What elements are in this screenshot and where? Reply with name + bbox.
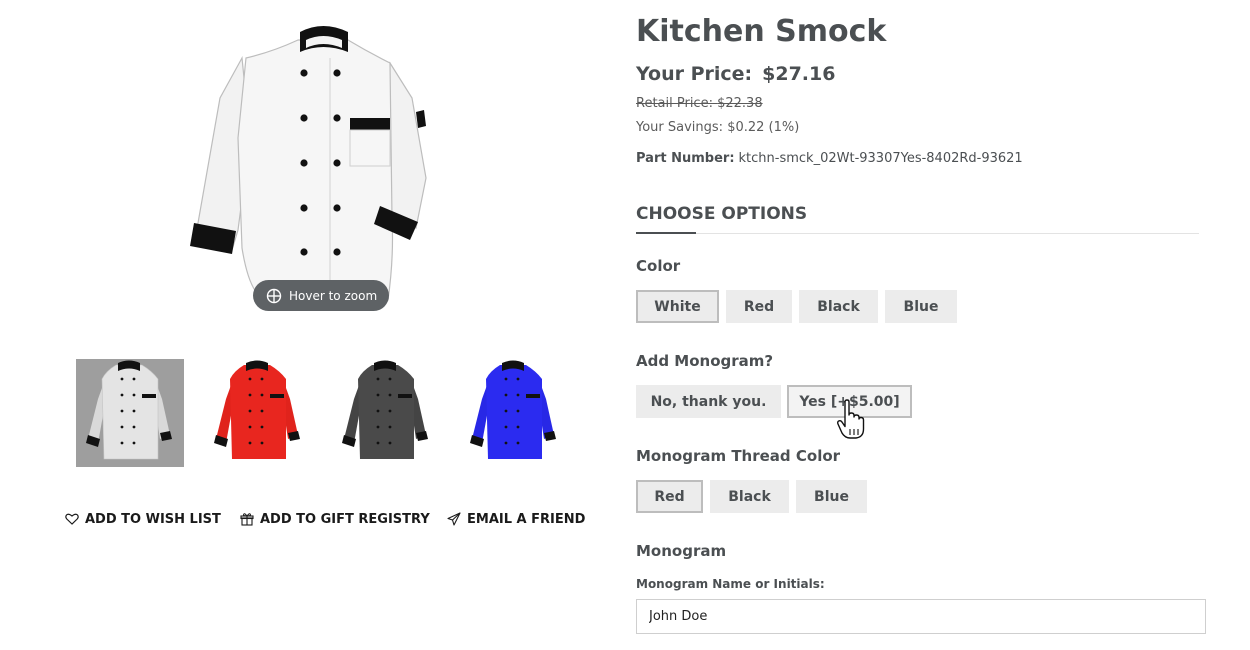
part-number-label: Part Number: bbox=[636, 151, 735, 166]
heart-icon bbox=[65, 512, 79, 526]
your-savings: Your Savings: $0.22 (1%) bbox=[636, 120, 799, 135]
hover-to-zoom-hint: Hover to zoom bbox=[253, 280, 389, 311]
price-value: $27.16 bbox=[762, 63, 836, 85]
options-divider-accent bbox=[636, 232, 696, 234]
add-to-wish-list-link[interactable]: ADD TO WISH LIST bbox=[65, 510, 221, 528]
thread-color-option-blue[interactable]: Blue bbox=[796, 480, 867, 513]
your-price: Your Price: $27.16 bbox=[636, 63, 835, 85]
color-option-blue[interactable]: Blue bbox=[885, 290, 957, 323]
crosshair-icon bbox=[266, 288, 282, 304]
email-a-friend-link[interactable]: EMAIL A FRIEND bbox=[447, 510, 585, 528]
thumbnail-red[interactable] bbox=[204, 359, 312, 467]
retail-label: Retail Price: bbox=[636, 96, 713, 111]
price-label: Your Price: bbox=[636, 63, 753, 85]
options-divider bbox=[636, 233, 1199, 234]
monogram-section-label: Monogram bbox=[636, 542, 727, 560]
product-title: Kitchen Smock bbox=[636, 14, 887, 49]
thread-color-option-black[interactable]: Black bbox=[710, 480, 789, 513]
monogram-field-label: Monogram Name or Initials: bbox=[636, 577, 825, 591]
paper-plane-icon bbox=[447, 512, 461, 526]
thumbnail-white[interactable] bbox=[76, 359, 184, 467]
savings-value: $0.22 (1%) bbox=[727, 120, 800, 135]
thread-color-label: Monogram Thread Color bbox=[636, 447, 841, 465]
color-option-red[interactable]: Red bbox=[726, 290, 792, 323]
add-monogram-label: Add Monogram? bbox=[636, 352, 774, 370]
color-option-black[interactable]: Black bbox=[799, 290, 878, 323]
thread-color-option-red[interactable]: Red bbox=[636, 480, 703, 513]
monogram-option-no[interactable]: No, thank you. bbox=[636, 385, 781, 418]
choose-options-heading: CHOOSE OPTIONS bbox=[636, 204, 808, 224]
zoom-hint-text: Hover to zoom bbox=[289, 288, 378, 303]
add-to-gift-registry-link[interactable]: ADD TO GIFT REGISTRY bbox=[240, 510, 430, 528]
savings-label: Your Savings: bbox=[636, 120, 724, 135]
monogram-option-yes[interactable]: Yes [+$5.00] bbox=[787, 385, 912, 418]
thumbnail-black[interactable] bbox=[332, 359, 440, 467]
thumbnail-coat-image bbox=[214, 360, 300, 459]
retail-value: $22.38 bbox=[717, 96, 763, 111]
monogram-name-input[interactable] bbox=[636, 599, 1206, 634]
chef-coat-image bbox=[190, 26, 427, 301]
thumbnail-blue[interactable] bbox=[460, 359, 568, 467]
color-label: Color bbox=[636, 257, 681, 275]
thumbnail-coat-image bbox=[342, 360, 428, 459]
email-friend-label: EMAIL A FRIEND bbox=[467, 511, 586, 527]
gift-registry-label: ADD TO GIFT REGISTRY bbox=[260, 511, 430, 527]
thumbnail-coat-image bbox=[86, 360, 172, 460]
part-number-value: ktchn-smck_02Wt-93307Yes-8402Rd-93621 bbox=[738, 151, 1023, 166]
color-option-white[interactable]: White bbox=[636, 290, 719, 323]
thumbnail-coat-image bbox=[470, 360, 556, 459]
wish-list-label: ADD TO WISH LIST bbox=[85, 511, 221, 527]
product-main-image[interactable] bbox=[180, 18, 445, 318]
part-number: Part Number: ktchn-smck_02Wt-93307Yes-840… bbox=[636, 151, 1023, 166]
retail-price: Retail Price: $22.38 bbox=[636, 96, 763, 111]
gift-icon bbox=[240, 512, 254, 526]
